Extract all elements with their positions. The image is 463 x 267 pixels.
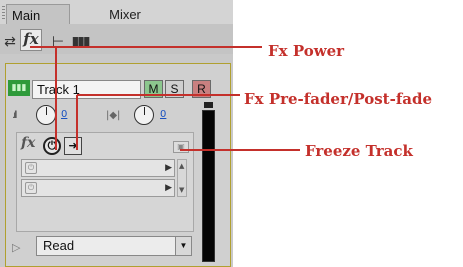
meter-clip-indicator[interactable] (204, 102, 213, 108)
automation-mode-value: Read (43, 238, 75, 253)
solo-button[interactable]: S (165, 80, 184, 98)
automation-row: ▷ Read ▼ (12, 236, 192, 258)
toolbar: ⇄ fx ⊢ ▮▮▮ (0, 24, 233, 54)
routing-arrows-icon[interactable]: ⇄ (0, 32, 20, 52)
eq-icon[interactable]: ⊢ (48, 32, 68, 52)
chevron-down-icon[interactable]: ▼ (175, 237, 191, 255)
pan-icon: |◆| (106, 110, 121, 121)
slot-arrow-icon[interactable]: ▶ (165, 163, 172, 173)
pan-knob[interactable] (134, 105, 154, 125)
callout-fx-power: Fx Power (268, 42, 345, 60)
fx-slot[interactable]: ⏻ ▶ (21, 179, 175, 197)
mixer-bars-icon[interactable]: ▮▮▮ (70, 32, 90, 52)
track-name-field[interactable]: Track 1 (32, 80, 141, 99)
fx-rack: fx ⏻ ➜ ▣ ⏻ ▶ ⏻ ▶ ▲ ▼ (16, 132, 194, 232)
fx-toggle-button[interactable]: fx (20, 29, 42, 51)
automation-mode-select[interactable]: Read ▼ (36, 236, 192, 256)
freeze-track-button[interactable]: ▣ (173, 141, 189, 153)
callout-freeze-track: Freeze Track (305, 142, 413, 160)
tab-mixer[interactable]: Mixer (88, 4, 162, 24)
track-panel: Main Mixer ⇄ fx ⊢ ▮▮▮ ▮▮▮ Track 1 M S R … (0, 0, 233, 267)
tab-bar: Main Mixer (0, 0, 233, 24)
slot-power-icon[interactable]: ⏻ (25, 182, 37, 194)
slot-power-icon[interactable]: ⏻ (25, 162, 37, 174)
track-strip: ▮▮▮ Track 1 M S R .ıll 0 |◆| 0 fx ⏻ ➜ ▣ … (5, 63, 231, 267)
tab-main[interactable]: Main (6, 4, 70, 24)
volume-knob[interactable] (36, 105, 56, 125)
pan-value[interactable]: 0 (160, 109, 166, 120)
fx-rack-label: fx (21, 135, 36, 151)
scroll-down-icon[interactable]: ▼ (179, 186, 184, 194)
knob-row: .ıll 0 |◆| 0 (8, 104, 198, 128)
scroll-up-icon[interactable]: ▲ (179, 162, 184, 170)
expand-arrow-icon[interactable]: ▷ (12, 241, 20, 254)
record-arm-button[interactable]: R (192, 80, 211, 98)
track-color-chip[interactable]: ▮▮▮ (8, 80, 30, 96)
fx-scrollbar[interactable]: ▲ ▼ (177, 159, 187, 197)
callout-fx-prepost: Fx Pre-fader/Post-fade (244, 90, 433, 108)
panel-grip[interactable] (2, 6, 5, 19)
fx-prepost-button[interactable]: ➜ (64, 137, 82, 155)
volume-value[interactable]: 0 (61, 109, 67, 120)
fx-slot[interactable]: ⏻ ▶ (21, 159, 175, 177)
fx-power-button[interactable]: ⏻ (43, 137, 61, 155)
level-meter (202, 110, 215, 262)
mute-button[interactable]: M (144, 80, 163, 98)
volume-icon: .ıll (12, 110, 17, 121)
slot-arrow-icon[interactable]: ▶ (165, 183, 172, 193)
